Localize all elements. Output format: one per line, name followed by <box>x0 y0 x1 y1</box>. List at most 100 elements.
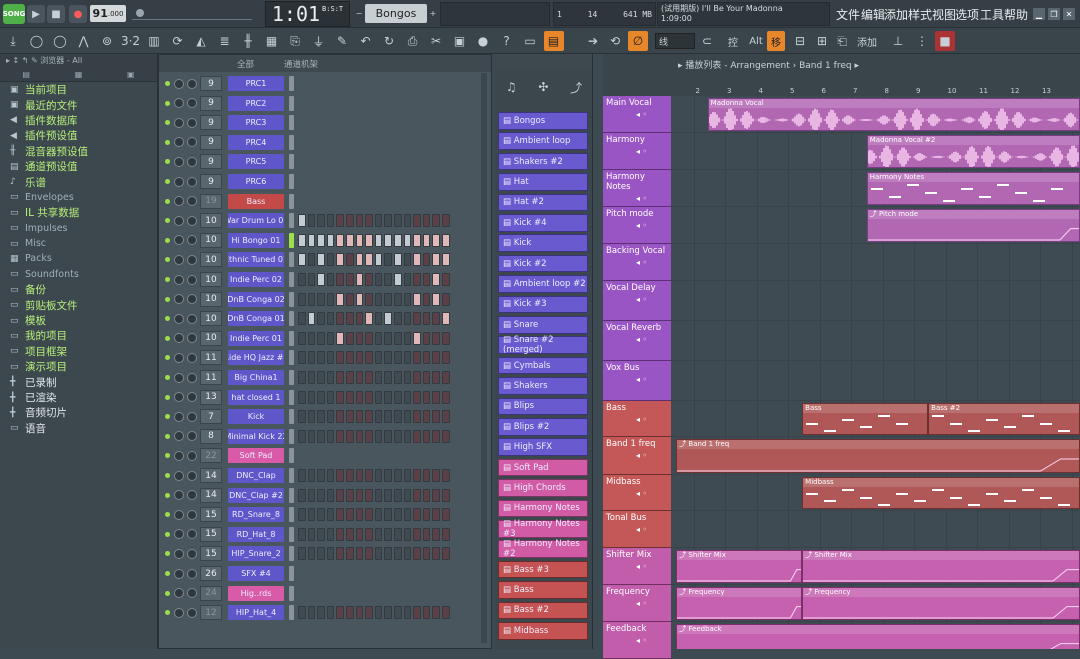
picker-item[interactable]: ▤ Snare <box>498 316 588 334</box>
step-button[interactable] <box>336 488 344 502</box>
step-button[interactable] <box>384 469 392 482</box>
picker-item[interactable]: ▤ Ambient loop <box>498 132 588 150</box>
channel-name-button[interactable]: Indie Perc 02 <box>228 272 284 287</box>
step-button[interactable] <box>345 547 354 561</box>
playlist-clip[interactable]: Midbass <box>802 477 1080 509</box>
step-button[interactable] <box>393 233 402 247</box>
step-button[interactable] <box>403 527 412 541</box>
step-button[interactable] <box>403 606 412 620</box>
channel-name-button[interactable]: HIP_Hat_4 <box>228 605 284 621</box>
step-button[interactable] <box>365 429 373 443</box>
step-button[interactable] <box>422 292 431 306</box>
step-button[interactable] <box>298 233 306 247</box>
step-button[interactable] <box>393 312 402 326</box>
track-controls[interactable]: ◂ ◦ <box>606 451 668 460</box>
mixer-track-number[interactable]: 15 <box>200 526 222 542</box>
mute-led[interactable] <box>165 414 170 420</box>
add-button[interactable]: 添加 <box>853 31 881 51</box>
step-button[interactable] <box>441 488 450 502</box>
picker-item[interactable]: ▤ Shakers #2 <box>498 152 588 171</box>
browser-item[interactable]: ▭ Impulses <box>0 221 157 236</box>
channel-select[interactable] <box>289 370 294 385</box>
picker-item[interactable]: ▤ Bass <box>498 581 588 599</box>
channel-row[interactable]: 8 Minimal Kick 22 <box>165 428 487 445</box>
channel-row[interactable]: 26 SFX #4 <box>165 565 487 582</box>
step-button[interactable] <box>298 351 306 365</box>
picker-item[interactable]: ▤ Harmony Notes <box>498 499 588 518</box>
pan-knob[interactable] <box>174 490 184 501</box>
step-button[interactable] <box>422 527 431 541</box>
step-button[interactable] <box>422 351 431 365</box>
step-button[interactable] <box>336 312 344 326</box>
rack-scrollbar[interactable] <box>481 73 487 643</box>
volume-knob[interactable] <box>187 392 197 403</box>
step-button[interactable] <box>355 547 364 561</box>
audio-tab-icon[interactable]: ✣ <box>538 80 548 94</box>
mixer-track-number[interactable]: 9 <box>200 76 222 91</box>
step-button[interactable] <box>298 214 306 228</box>
channel-row[interactable]: 10 DnB Conga 01 <box>165 310 487 327</box>
picker-item[interactable]: ▤ Kick #2 <box>498 254 588 273</box>
volume-knob[interactable] <box>187 372 197 383</box>
step-button[interactable] <box>432 410 440 424</box>
channel-select[interactable] <box>289 585 294 601</box>
channel-select[interactable] <box>289 526 294 542</box>
step-button[interactable] <box>432 233 440 247</box>
step-button[interactable] <box>336 253 344 267</box>
track-header[interactable]: Feedback ◂ ◦ <box>603 622 671 659</box>
step-button[interactable] <box>355 214 364 228</box>
channel-name-button[interactable]: Ride HQ Jazz #3 <box>228 350 284 366</box>
channel-row[interactable]: 22 Soft Pad <box>165 447 487 464</box>
pan-knob[interactable] <box>174 450 184 461</box>
step-button[interactable] <box>345 390 354 404</box>
mixer-track-number[interactable]: 10 <box>200 252 222 268</box>
menu-item[interactable]: 文件 <box>836 6 860 22</box>
step-button[interactable] <box>374 508 383 522</box>
volume-knob[interactable] <box>187 196 197 207</box>
step-button[interactable] <box>384 312 392 326</box>
mute-led[interactable] <box>165 179 170 184</box>
track-header[interactable]: Vocal Reverb ◂ ◦ <box>603 321 671 361</box>
step-button[interactable] <box>317 253 325 267</box>
step-button[interactable] <box>336 410 344 424</box>
channel-select[interactable] <box>289 468 294 483</box>
step-button[interactable] <box>298 429 306 443</box>
pan-knob[interactable] <box>174 548 184 559</box>
track-header[interactable]: Harmony Notes ◂ ◦ <box>603 170 671 207</box>
mute-led[interactable] <box>165 335 170 341</box>
step-button[interactable] <box>441 429 450 443</box>
picker-item[interactable]: ▤ Hat #2 <box>498 193 588 212</box>
browser-tab-plugins[interactable]: ▣ <box>127 68 135 81</box>
step-button[interactable] <box>317 292 325 306</box>
picker-item[interactable]: ▤ Bass #3 <box>498 560 588 579</box>
step-button[interactable] <box>298 253 306 267</box>
mute-led[interactable] <box>165 375 170 380</box>
step-button[interactable] <box>307 488 316 502</box>
step-button[interactable] <box>441 371 450 384</box>
wait-icon[interactable]: ⊚ <box>97 31 117 51</box>
plugin-picker-icon[interactable]: ⏚ <box>309 31 329 51</box>
channel-select[interactable] <box>289 605 294 621</box>
step-button[interactable] <box>413 508 421 522</box>
track-controls[interactable]: ◂ ◦ <box>606 194 668 203</box>
track-controls[interactable]: ◂ ◦ <box>606 221 668 230</box>
step-button[interactable] <box>441 469 450 482</box>
track-controls[interactable]: ◂ ◦ <box>606 636 668 645</box>
step-button[interactable] <box>307 312 316 326</box>
picker-item[interactable]: ▤ Harmony Notes #2 <box>498 539 588 559</box>
pan-knob[interactable] <box>174 313 184 324</box>
channel-select[interactable] <box>289 76 294 91</box>
channel-row[interactable]: 9 PRC1 <box>165 75 487 92</box>
channel-row[interactable]: 10 Ethnic Tuned 01 <box>165 251 487 268</box>
step-button[interactable] <box>355 351 364 365</box>
step-button[interactable] <box>355 469 364 482</box>
channel-select[interactable] <box>289 134 294 150</box>
mute-led[interactable] <box>165 531 170 537</box>
playlist-clip[interactable]: ⤴ Frequency <box>676 587 803 620</box>
channel-row[interactable]: 11 Big China1 <box>165 369 487 386</box>
flag-icon[interactable]: ■ <box>935 31 955 51</box>
step-button[interactable] <box>403 214 412 228</box>
master-volume-knob[interactable]: ◯ <box>27 31 47 51</box>
step-button[interactable] <box>374 273 383 286</box>
channel-name-button[interactable]: Soft Pad <box>228 448 284 464</box>
